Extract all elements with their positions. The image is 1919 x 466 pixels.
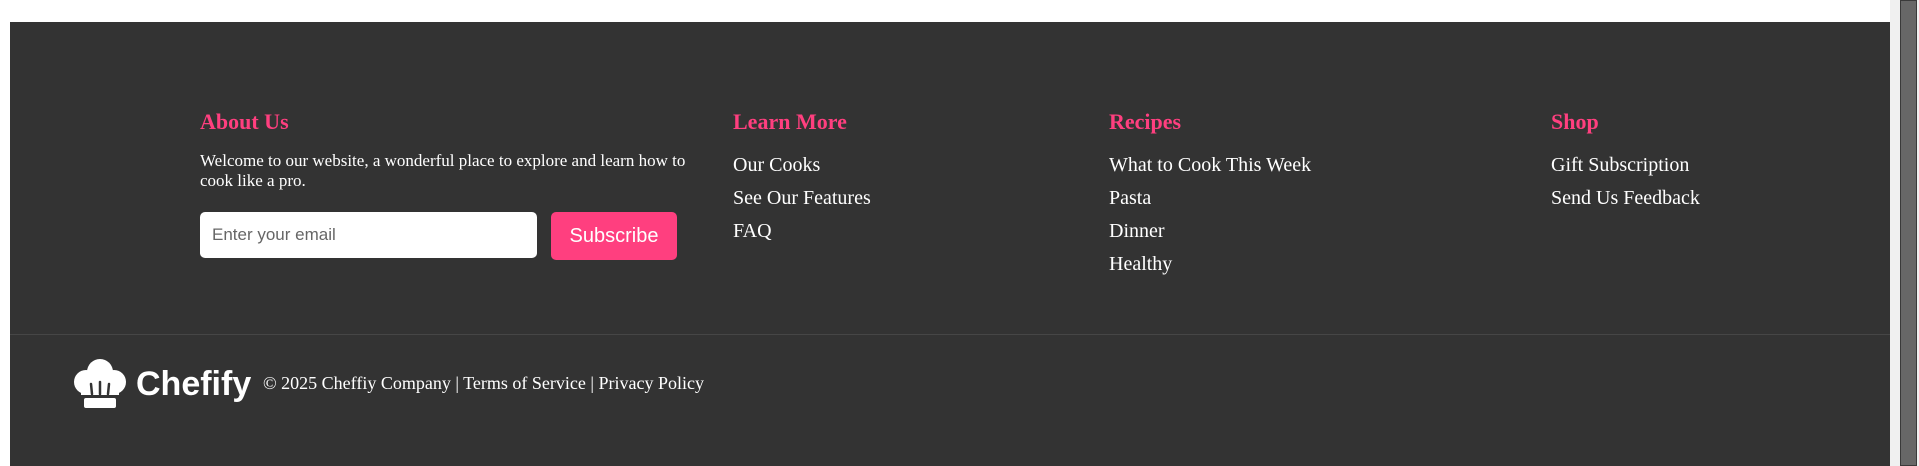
scrollbar-track[interactable]: [1890, 0, 1919, 466]
learn-more-heading: Learn More: [733, 109, 847, 134]
link-faq[interactable]: FAQ: [733, 220, 772, 242]
legal-line: © 2025 Cheffiy Company | Terms of Servic…: [263, 372, 704, 394]
privacy-link[interactable]: Privacy Policy: [598, 373, 704, 393]
recipes-heading: Recipes: [1109, 109, 1182, 134]
newsletter-form: Subscribe: [200, 212, 690, 260]
subscribe-button[interactable]: Subscribe: [551, 212, 677, 260]
about-section: About Us Welcome to our website, a wonde…: [200, 107, 690, 260]
site-footer: About Us Welcome to our website, a wonde…: [10, 22, 1890, 466]
brand-name[interactable]: Chefify: [136, 364, 251, 404]
shop-heading: Shop: [1551, 109, 1599, 134]
chef-hat-icon[interactable]: [72, 358, 128, 412]
recipes-section: Recipes What to Cook This Week Pasta Din…: [1109, 107, 1311, 281]
link-dinner[interactable]: Dinner: [1109, 220, 1165, 242]
scrollbar-thumb[interactable]: [1900, 0, 1917, 466]
link-pasta[interactable]: Pasta: [1109, 187, 1151, 209]
link-send-feedback[interactable]: Send Us Feedback: [1551, 187, 1700, 209]
link-healthy[interactable]: Healthy: [1109, 253, 1172, 275]
email-input[interactable]: [200, 212, 537, 258]
link-see-our-features[interactable]: See Our Features: [733, 187, 871, 209]
copyright-text: © 2025 Cheffiy Company: [263, 373, 451, 393]
about-text: Welcome to our website, a wonderful plac…: [200, 151, 686, 190]
link-gift-subscription[interactable]: Gift Subscription: [1551, 154, 1689, 176]
terms-link[interactable]: Terms of Service: [463, 373, 586, 393]
about-heading: About Us: [200, 109, 289, 134]
footer-divider: [10, 334, 1890, 335]
link-our-cooks[interactable]: Our Cooks: [733, 154, 820, 176]
learn-more-section: Learn More Our Cooks See Our Features FA…: [733, 107, 871, 248]
link-what-to-cook[interactable]: What to Cook This Week: [1109, 154, 1311, 176]
legal-separator: |: [455, 373, 459, 393]
legal-separator: |: [590, 373, 594, 393]
shop-section: Shop Gift Subscription Send Us Feedback: [1551, 107, 1700, 215]
